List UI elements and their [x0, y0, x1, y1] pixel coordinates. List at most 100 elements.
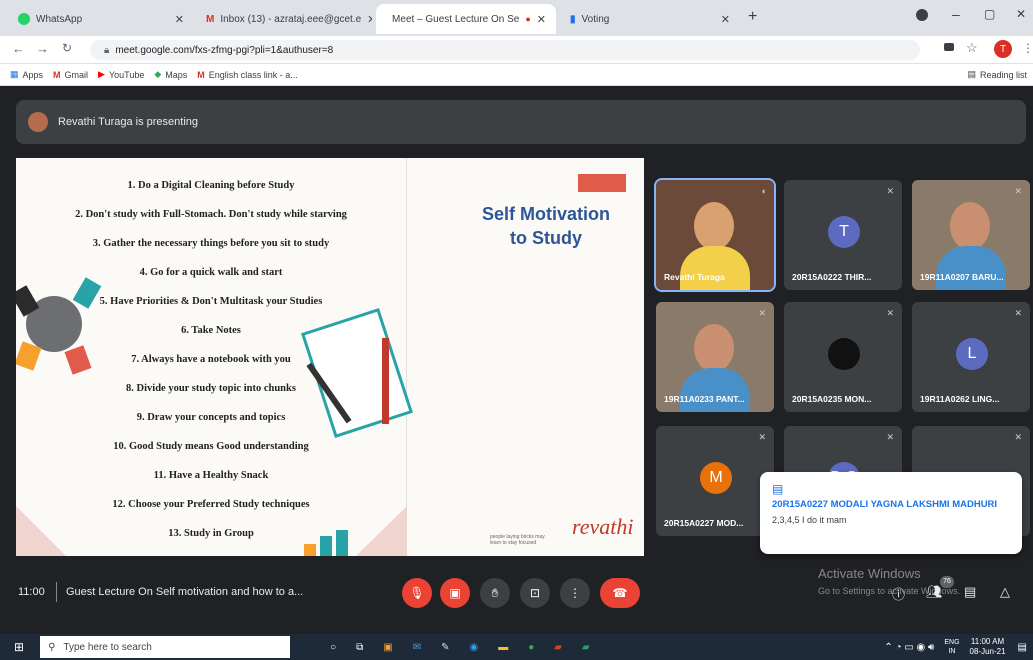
- url-input[interactable]: 🔒︎ meet.google.com/fxs-zfmg-pgi?pli=1&au…: [90, 40, 920, 60]
- taskbar-search-placeholder: Type here to search: [63, 641, 152, 653]
- notification-center-icon[interactable]: ▤: [1018, 642, 1027, 653]
- task-view-icon[interactable]: ⧉: [356, 642, 363, 653]
- participant-avatar: [828, 338, 860, 370]
- tip-item: 12. Choose your Preferred Study techniqu…: [112, 499, 310, 510]
- close-icon[interactable]: ✕: [367, 13, 372, 26]
- participant-body: [680, 246, 750, 290]
- reading-list-button[interactable]: ▤ Reading list: [967, 69, 1027, 80]
- participant-name: 20R15A0235 MON...: [792, 394, 872, 404]
- gmail-icon: M: [53, 69, 61, 80]
- slide-title: Self Motivation to Study: [446, 202, 644, 250]
- close-icon[interactable]: ✕: [721, 13, 730, 26]
- clock-date: 08-Jun-21: [969, 647, 1006, 656]
- participant-avatar: T: [828, 216, 860, 248]
- tab-strip: WhatsApp ✕ M Inbox (13) - azrataj.eee@gc…: [0, 0, 1033, 36]
- camera-off-button[interactable]: ▣: [440, 578, 470, 608]
- chat-icon[interactable]: ▤: [964, 584, 976, 600]
- cortana-icon[interactable]: ○: [330, 642, 336, 653]
- participant-name: Revathi Turaga: [664, 272, 725, 282]
- tip-item: 10. Good Study means Good understanding: [113, 441, 309, 452]
- chat-icon: ▤: [772, 482, 784, 496]
- app-icon[interactable]: ✎: [441, 642, 449, 653]
- activities-icon[interactable]: △: [1000, 584, 1010, 600]
- chat-notification[interactable]: ▤ 20R15A0227 MODALI YAGNA LAKSHMI MADHUR…: [760, 472, 1022, 554]
- speaking-indicator-icon: ◖: [760, 186, 766, 196]
- slide-title-line1: Self Motivation: [481, 204, 610, 224]
- bookmark-label: English class link - a...: [208, 69, 298, 80]
- close-window-button[interactable]: ✕: [1016, 7, 1026, 21]
- presenting-banner: Revathi Turaga is presenting: [16, 100, 1026, 144]
- slide-divider: [406, 158, 407, 556]
- star-icon[interactable]: ☆: [966, 40, 978, 56]
- taskbar-clock[interactable]: 11:00 AM 08-Jun-21: [970, 637, 1006, 657]
- meeting-time: 11:00: [18, 586, 45, 598]
- back-icon[interactable]: ←: [12, 41, 25, 56]
- reload-icon[interactable]: ↻: [62, 41, 72, 55]
- edge-icon[interactable]: ◉: [469, 642, 478, 653]
- people-count-badge: 76: [940, 576, 954, 588]
- taskbar-search-input[interactable]: ⚲ Type here to search: [40, 636, 291, 658]
- participant-tile[interactable]: ✕ 19R11A0207 BARU...: [912, 180, 1030, 290]
- mail-icon[interactable]: ✉︎: [413, 642, 421, 653]
- tab-gmail[interactable]: M Inbox (13) - azrataj.eee@gcet.e ✕: [196, 4, 372, 34]
- store-icon[interactable]: ▣: [383, 642, 392, 653]
- tip-item: 1. Do a Digital Cleaning before Study: [127, 180, 295, 191]
- tab-voting[interactable]: ▮ Voting ✕: [560, 4, 740, 34]
- leave-call-button[interactable]: ☎︎: [600, 578, 640, 608]
- close-icon[interactable]: ✕: [537, 13, 546, 26]
- participant-tile[interactable]: T ✕ 20R15A0222 THIR...: [784, 180, 902, 290]
- menu-icon[interactable]: ⋮: [1022, 41, 1033, 55]
- more-options-button[interactable]: ⋮: [560, 578, 590, 608]
- powerpoint-icon[interactable]: ▰: [554, 642, 562, 653]
- tab-meet[interactable]: Meet – Guest Lecture On Se ● ✕: [376, 4, 556, 34]
- chat-message: 2,3,4,5 I do it mam: [772, 515, 847, 525]
- participant-tile[interactable]: M ✕ 20R15A0227 MOD...: [656, 426, 774, 536]
- excel-icon[interactable]: ▰: [582, 642, 590, 653]
- participant-tile[interactable]: ✕ 19R11A0233 PANT...: [656, 302, 774, 412]
- participant-name: 19R11A0262 LING...: [920, 394, 1000, 404]
- avatar[interactable]: T: [994, 40, 1012, 58]
- tab-title: Inbox (13) - azrataj.eee@gcet.e: [220, 13, 362, 25]
- chat-sender: 20R15A0227 MODALI YAGNA LAKSHMI MADHURI: [772, 499, 998, 510]
- language-indicator[interactable]: ENG IN: [944, 638, 959, 656]
- participant-body: [936, 246, 1006, 290]
- divider: [56, 582, 57, 602]
- bookmark-maps[interactable]: ◆ Maps: [154, 69, 187, 80]
- present-button[interactable]: ⊡: [520, 578, 550, 608]
- participant-tile[interactable]: L ✕ 19R11A0262 LING...: [912, 302, 1030, 412]
- bookmark-apps[interactable]: ▦ Apps: [10, 69, 43, 80]
- slide-title-line2: to Study: [510, 228, 582, 248]
- bookmark-label: Apps: [22, 69, 44, 80]
- people-icon[interactable]: 👥︎: [926, 584, 943, 600]
- participant-tile[interactable]: ✕ 20R15A0235 MON...: [784, 302, 902, 412]
- maximize-button[interactable]: ▢: [984, 7, 995, 21]
- new-tab-button[interactable]: +: [748, 8, 757, 26]
- participant-face: [950, 202, 990, 250]
- profile-menu-icon[interactable]: [916, 9, 928, 21]
- mic-off-icon: ✕: [758, 432, 766, 442]
- participant-avatar: M: [700, 462, 732, 494]
- close-icon[interactable]: ✕: [175, 13, 184, 26]
- mic-off-icon: ✕: [1014, 186, 1022, 196]
- tip-item: 4. Go for a quick walk and start: [139, 267, 283, 278]
- participant-tile[interactable]: ◖ Revathi Turaga: [654, 178, 776, 292]
- clock-time: 11:00 AM: [970, 637, 1005, 646]
- mic-off-icon: ✕: [886, 432, 894, 442]
- file-explorer-icon[interactable]: ▬: [498, 642, 508, 653]
- participant-face: [694, 324, 734, 372]
- bookmark-youtube[interactable]: ▶ YouTube: [98, 69, 144, 80]
- info-icon[interactable]: ⓘ: [892, 584, 905, 603]
- raise-hand-button[interactable]: ✋︎: [480, 578, 510, 608]
- bookmark-english[interactable]: M English class link - a...: [197, 70, 298, 80]
- chrome-icon[interactable]: ●: [528, 642, 534, 653]
- tip-item: 2. Don't study with Full-Stomach. Don't …: [75, 209, 347, 220]
- bookmark-gmail[interactable]: M Gmail: [53, 70, 88, 80]
- tray-icons[interactable]: ⌃ ◔ ▭ ◉ 🔊︎: [884, 642, 934, 653]
- mic-off-button[interactable]: 🎙︎: [402, 578, 432, 608]
- forward-icon[interactable]: →: [36, 41, 49, 56]
- camera-icon[interactable]: [944, 43, 954, 51]
- windows-start-icon[interactable]: ⊞: [14, 640, 24, 654]
- tab-whatsapp[interactable]: WhatsApp ✕: [8, 4, 194, 34]
- minimize-button[interactable]: –: [952, 6, 960, 22]
- participant-face: [694, 202, 734, 250]
